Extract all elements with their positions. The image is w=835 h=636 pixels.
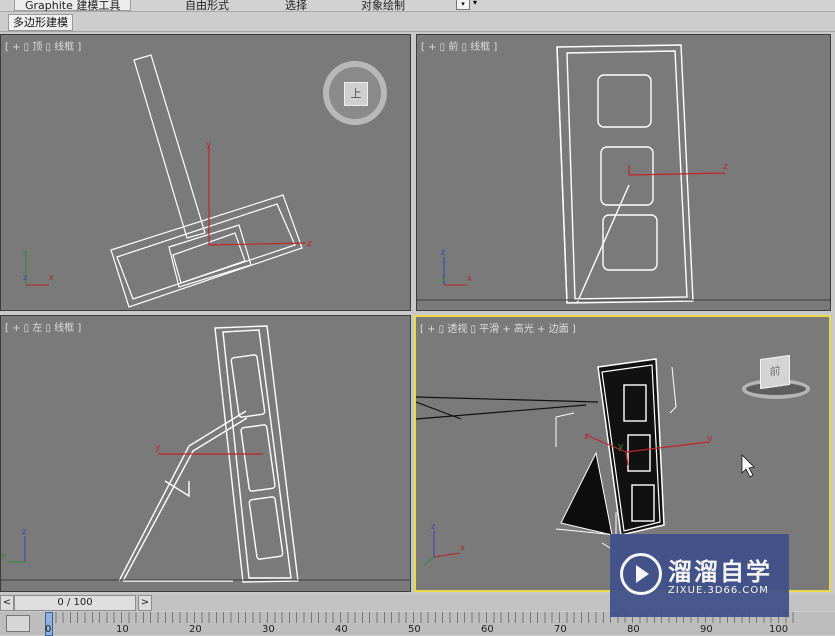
viewport-top[interactable]: y z y x z [ + ▯ 顶 ▯ 线框 ] 上 — [0, 34, 411, 311]
svg-text:y: y — [441, 274, 446, 283]
viewport-label-left[interactable]: [ + ▯ 左 ▯ 线框 ] — [5, 319, 81, 334]
viewport-label-top[interactable]: [ + ▯ 顶 ▯ 线框 ] — [5, 38, 81, 53]
chevron-down-icon[interactable]: ▾ — [473, 0, 477, 7]
svg-text:x: x — [460, 543, 465, 552]
dropdown-icon[interactable]: ▾ — [456, 0, 470, 10]
track-tick: 90 — [700, 624, 713, 635]
svg-text:z: z — [22, 527, 26, 536]
prev-frame-button[interactable]: < — [0, 595, 14, 611]
viewport-label-perspective[interactable]: [ + ▯ 透视 ▯ 平滑 + 高光 + 边面 ] — [420, 320, 576, 335]
viewport-label-front[interactable]: [ + ▯ 前 ▯ 线框 ] — [421, 38, 497, 53]
viewport-front[interactable]: z z x y [ + ▯ 前 ▯ 线框 ] — [416, 34, 831, 311]
svg-text:y: y — [618, 442, 624, 452]
viewport-left[interactable]: y z y [ + ▯ 左 ▯ 线框 ] — [0, 315, 411, 592]
track-tick: 40 — [335, 624, 348, 635]
track-tick: 30 — [262, 624, 275, 635]
track-tick: 60 — [481, 624, 494, 635]
viewcube-face-label[interactable]: 上 — [344, 82, 368, 106]
svg-text:z: z — [23, 273, 27, 282]
svg-text:y: y — [707, 434, 713, 444]
key-filter-icon[interactable] — [6, 615, 30, 632]
svg-text:x: x — [49, 273, 54, 282]
left-viewport-canvas: y z y — [1, 325, 410, 583]
track-tick: 80 — [627, 624, 640, 635]
svg-text:y: y — [206, 140, 212, 150]
tab-graphite-modeling[interactable]: Graphite 建模工具 — [14, 0, 132, 12]
play-logo-icon — [620, 553, 662, 595]
svg-text:z: z — [431, 522, 435, 531]
svg-text:y: y — [155, 443, 161, 453]
tab-object-paint[interactable]: 对象绘制 — [361, 0, 405, 12]
track-tick: 0 — [45, 624, 52, 635]
watermark-name: 溜溜自学 — [668, 558, 772, 586]
svg-text:z: z — [307, 239, 312, 249]
track-tick: 70 — [554, 624, 567, 635]
svg-text:z: z — [441, 248, 445, 257]
watermark: 溜溜自学 ZIXUE.3D66.COM — [610, 534, 789, 617]
svg-text:z: z — [584, 432, 589, 442]
tab-selection[interactable]: 选择 — [285, 0, 307, 12]
front-viewport-canvas: z z x y — [417, 44, 830, 304]
mouse-cursor-icon — [741, 454, 755, 478]
viewcube-face-label[interactable]: 前 — [760, 354, 790, 390]
polygon-modeling-button[interactable]: 多边形建模 — [8, 14, 73, 31]
track-tick: 20 — [189, 624, 202, 635]
time-slider[interactable]: 0 / 100 — [14, 595, 136, 611]
ribbon-tabs: Graphite 建模工具 自由形式 选择 对象绘制 ▾ ▾ — [0, 0, 835, 12]
svg-text:x: x — [467, 274, 472, 283]
svg-text:z: z — [723, 162, 728, 172]
ribbon-panel-bar: 多边形建模 — [0, 12, 835, 32]
track-tick: 10 — [116, 624, 129, 635]
track-tick: 100 — [769, 624, 789, 635]
next-frame-button[interactable]: > — [138, 595, 152, 611]
viewcube-top[interactable]: 上 — [323, 61, 387, 125]
watermark-url: ZIXUE.3D66.COM — [668, 585, 769, 596]
tab-freeform[interactable]: 自由形式 — [185, 0, 229, 12]
track-tick: 50 — [408, 624, 421, 635]
svg-text:y: y — [1, 551, 6, 560]
svg-text:y: y — [23, 248, 28, 257]
axis-tripod: y x z — [23, 248, 54, 286]
viewcube-perspective[interactable]: 前 — [738, 353, 814, 403]
